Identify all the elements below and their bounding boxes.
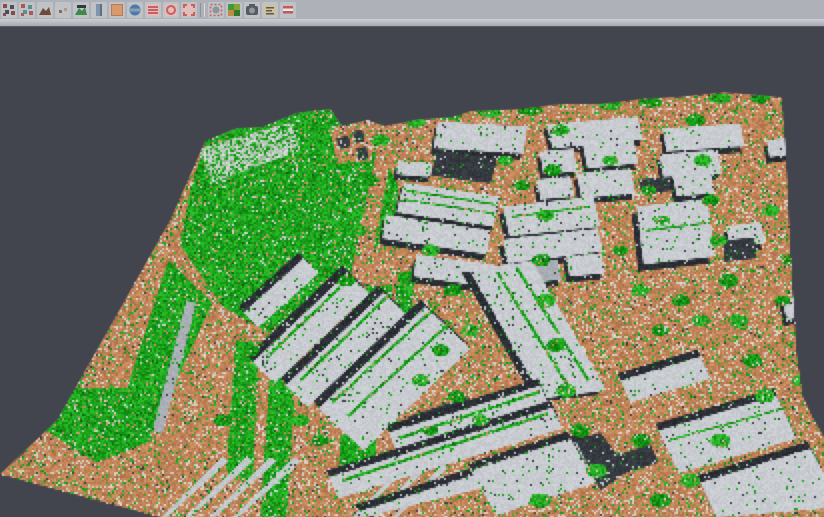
globe-icon bbox=[127, 2, 143, 18]
viewport-3d-point-cloud[interactable] bbox=[0, 0, 824, 517]
circle-select-button[interactable] bbox=[162, 1, 180, 19]
circle-select-icon bbox=[163, 2, 179, 18]
layers-icon bbox=[145, 2, 161, 18]
rect-select-icon bbox=[181, 2, 197, 18]
vegetation-icon bbox=[73, 2, 89, 18]
points-button[interactable] bbox=[54, 1, 72, 19]
terrain-button[interactable] bbox=[36, 1, 54, 19]
globe-button[interactable] bbox=[126, 1, 144, 19]
rect-select-button[interactable] bbox=[180, 1, 198, 19]
toolbar bbox=[0, 0, 824, 19]
navigate-button[interactable] bbox=[18, 1, 36, 19]
point-cloud-button[interactable] bbox=[0, 1, 18, 19]
navigate-icon bbox=[19, 2, 35, 18]
point-cloud-icon bbox=[1, 2, 17, 18]
flag-icon bbox=[280, 2, 296, 18]
building-button[interactable] bbox=[90, 1, 108, 19]
building-icon bbox=[91, 2, 107, 18]
vegetation-button[interactable] bbox=[72, 1, 90, 19]
flag-button[interactable] bbox=[279, 1, 297, 19]
toolbar-edge bbox=[0, 19, 824, 27]
layers-button[interactable] bbox=[144, 1, 162, 19]
label-button[interactable] bbox=[261, 1, 279, 19]
classification-button[interactable] bbox=[225, 1, 243, 19]
points-icon bbox=[55, 2, 71, 18]
toolbar-separator bbox=[200, 3, 205, 17]
sphere-select-icon bbox=[208, 2, 224, 18]
sphere-select-button[interactable] bbox=[207, 1, 225, 19]
classification-icon bbox=[226, 2, 242, 18]
terrain-icon bbox=[37, 2, 53, 18]
ground-button[interactable] bbox=[108, 1, 126, 19]
ground-icon bbox=[109, 2, 125, 18]
app-window bbox=[0, 0, 824, 517]
camera-icon bbox=[244, 2, 260, 18]
camera-button[interactable] bbox=[243, 1, 261, 19]
label-icon bbox=[262, 2, 278, 18]
